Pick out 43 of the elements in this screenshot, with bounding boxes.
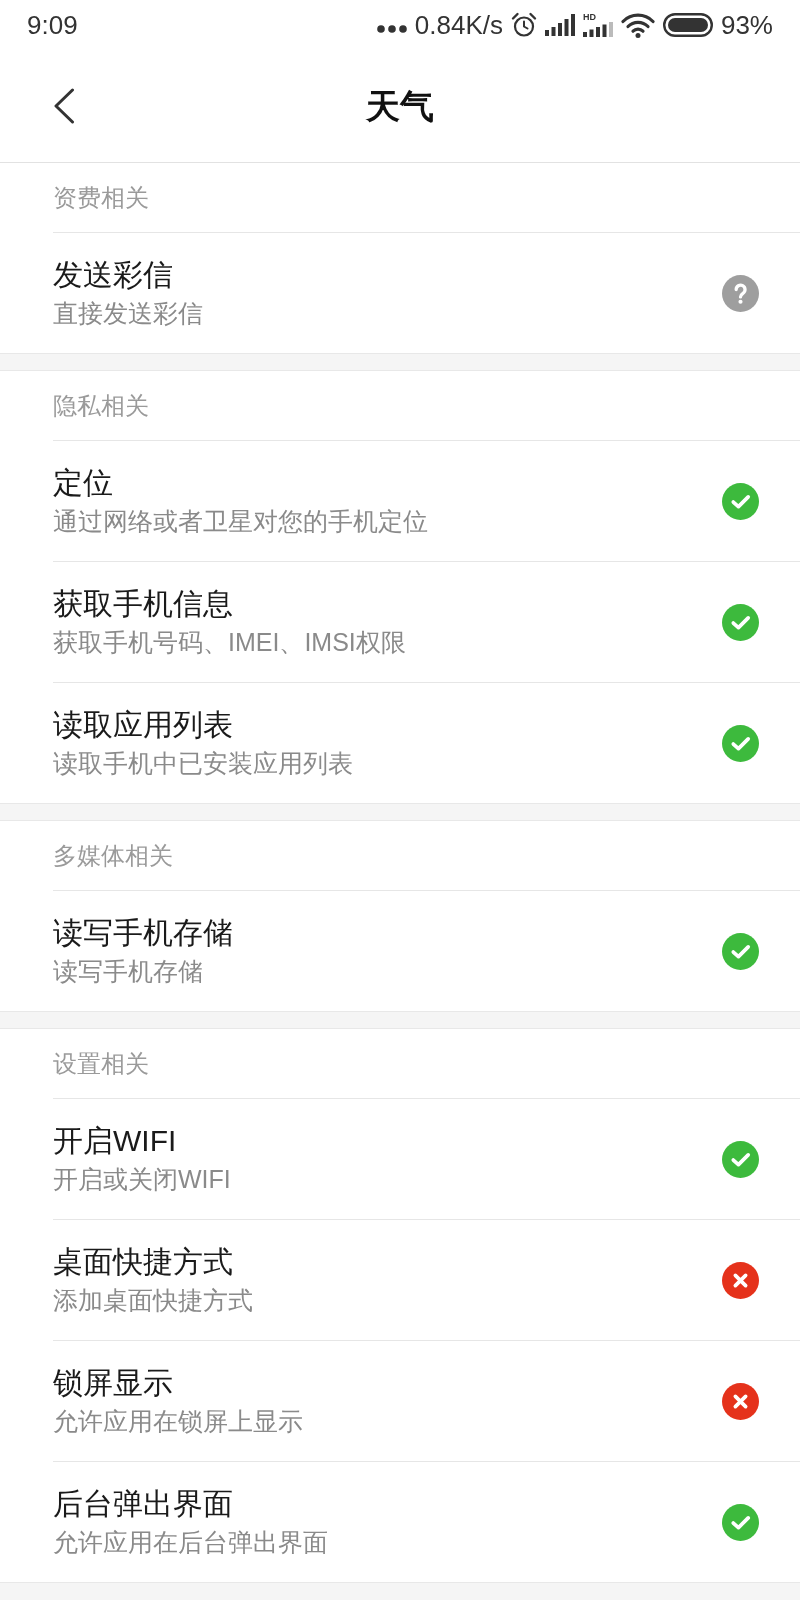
permission-title: 发送彩信 xyxy=(53,257,173,293)
permission-description: 获取手机号码、IMEI、IMSI权限 xyxy=(53,627,406,658)
page-title: 天气 xyxy=(366,86,434,127)
permission-title: 定位 xyxy=(53,465,113,501)
check-circle-icon[interactable] xyxy=(722,724,759,762)
permission-title: 读取应用列表 xyxy=(53,707,233,743)
wifi-icon xyxy=(620,12,655,38)
permission-description: 通过网络或者卫星对您的手机定位 xyxy=(53,506,428,537)
cross-circle-icon[interactable] xyxy=(722,1382,759,1420)
permission-description: 读写手机存储 xyxy=(53,956,203,987)
alarm-clock-icon xyxy=(510,12,537,38)
signal-icon xyxy=(582,22,613,37)
cross-circle-icon[interactable] xyxy=(722,1261,759,1299)
check-circle-icon[interactable] xyxy=(722,603,759,641)
permission-description: 允许应用在后台弹出界面 xyxy=(53,1527,328,1558)
section-title: 隐私相关 xyxy=(53,390,149,421)
hd-label: HD xyxy=(582,13,596,22)
permission-description: 直接发送彩信 xyxy=(53,298,203,329)
battery-percentage: 93% xyxy=(720,10,773,40)
battery-icon xyxy=(662,13,713,37)
section-title: 资费相关 xyxy=(53,182,149,213)
section-title: 设置相关 xyxy=(53,1048,149,1079)
status-time: 9:09 xyxy=(27,10,78,40)
more-dots-icon xyxy=(376,25,407,33)
permission-description: 添加桌面快捷方式 xyxy=(53,1285,253,1316)
section-title: 多媒体相关 xyxy=(53,840,173,871)
permission-title: 获取手机信息 xyxy=(53,586,233,622)
back-icon[interactable] xyxy=(53,88,75,124)
permission-description: 开启或关闭WIFI xyxy=(53,1164,231,1195)
permission-title: 后台弹出界面 xyxy=(53,1486,233,1522)
signal-icon xyxy=(544,14,575,36)
permission-title: 锁屏显示 xyxy=(53,1365,173,1401)
permission-description: 允许应用在锁屏上显示 xyxy=(53,1406,303,1437)
check-circle-icon[interactable] xyxy=(722,1503,759,1541)
permission-description: 读取手机中已安装应用列表 xyxy=(53,748,353,779)
permission-title: 桌面快捷方式 xyxy=(53,1244,233,1280)
network-speed: 0.84K/s xyxy=(414,10,503,40)
check-circle-icon[interactable] xyxy=(722,1140,759,1178)
check-circle-icon[interactable] xyxy=(722,482,759,520)
check-circle-icon[interactable] xyxy=(722,932,759,970)
permission-title: 读写手机存储 xyxy=(53,915,233,951)
permission-title: 开启WIFI xyxy=(53,1123,177,1159)
help-icon[interactable] xyxy=(722,274,759,312)
